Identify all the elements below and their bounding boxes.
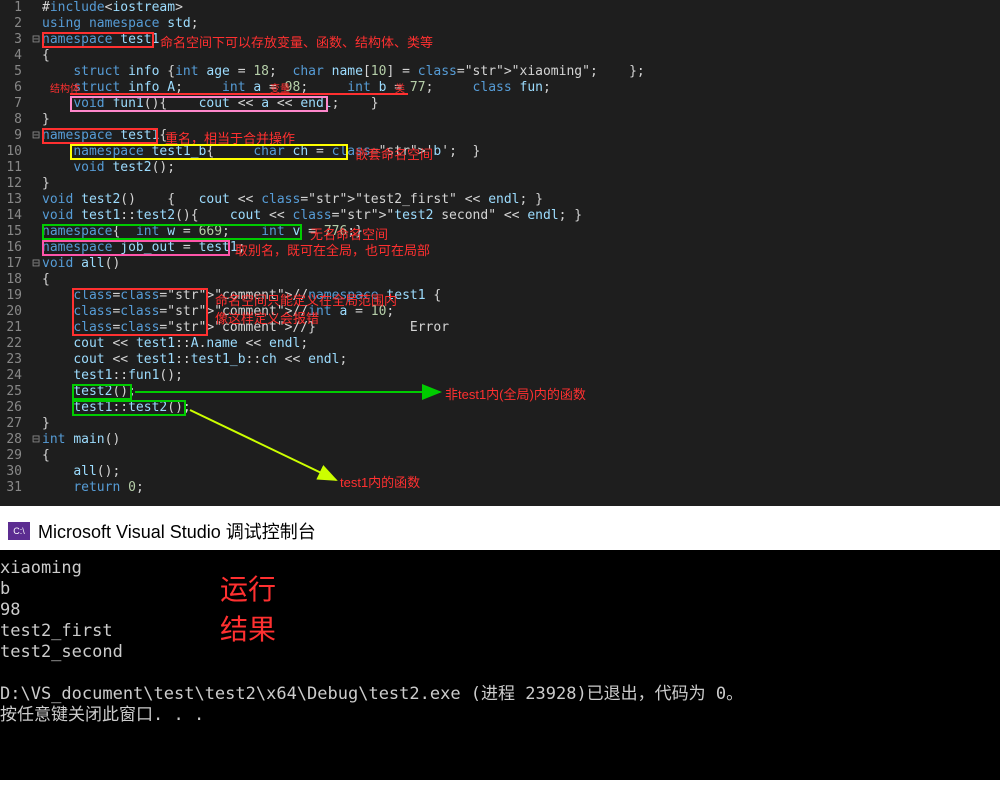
anno-alias: 取别名，既可在全局，也可在局部	[235, 240, 430, 259]
console-exit-line: D:\VS_document\test\test2\x64\Debug\test…	[0, 684, 1000, 705]
code-line-17[interactable]: 17⊟void all()	[0, 256, 1000, 272]
code-line-11[interactable]: 11 void test2();	[0, 160, 1000, 176]
anno-global2: 像这样定义会报错	[215, 308, 319, 327]
line-number: 22	[0, 336, 30, 352]
console-icon: C:\	[8, 522, 30, 540]
line-number: 4	[0, 48, 30, 64]
code-line-9[interactable]: 9⊟namespace test1{	[0, 128, 1000, 144]
line-number: 23	[0, 352, 30, 368]
line-number: 24	[0, 368, 30, 384]
console-title-bar: C:\ Microsoft Visual Studio 调试控制台	[0, 512, 1000, 550]
anno-nested: 嵌套命名空间	[355, 144, 433, 163]
fold-icon[interactable]: ⊟	[30, 432, 42, 448]
console-title: Microsoft Visual Studio 调试控制台	[38, 518, 316, 544]
code-line-1[interactable]: 1#include<iostream>	[0, 0, 1000, 16]
anno-arrow-global: 非test1内(全局)内的函数	[445, 384, 586, 403]
line-number: 29	[0, 448, 30, 464]
console-prompt-line: 按任意键关闭此窗口. . .	[0, 705, 1000, 726]
line-number: 19	[0, 288, 30, 304]
code-line-16[interactable]: 16namespace job_out = test1;	[0, 240, 1000, 256]
fold-icon[interactable]: ⊟	[30, 128, 42, 144]
code-line-21[interactable]: 21 class=class="str">"comment">//} Error	[0, 320, 1000, 336]
line-number: 9	[0, 128, 30, 144]
code-line-10[interactable]: 10 namespace test1_b{ char ch = class="s…	[0, 144, 1000, 160]
code-line-2[interactable]: 2using namespace std;	[0, 16, 1000, 32]
note-result: 结果	[220, 620, 276, 641]
code-line-22[interactable]: 22 cout << test1::A.name << endl;	[0, 336, 1000, 352]
line-number: 1	[0, 0, 30, 16]
code-line-13[interactable]: 13void test2() { cout << class="str">"te…	[0, 192, 1000, 208]
line-number: 31	[0, 480, 30, 496]
console-panel: C:\ Microsoft Visual Studio 调试控制台 xiaomi…	[0, 512, 1000, 780]
code-line-31[interactable]: 31 return 0;	[0, 480, 1000, 496]
code-line-28[interactable]: 28⊟int main()	[0, 432, 1000, 448]
code-line-18[interactable]: 18{	[0, 272, 1000, 288]
code-line-29[interactable]: 29{	[0, 448, 1000, 464]
line-number: 12	[0, 176, 30, 192]
console-line: test2_first	[0, 621, 1000, 642]
anno-ns-explain: 命名空间下可以存放变量、函数、结构体、类等	[160, 32, 433, 51]
code-line-7[interactable]: 7 void fun1(){ cout << a << endl; }	[0, 96, 1000, 112]
line-number: 17	[0, 256, 30, 272]
anno-redef: 重名，相当于合并操作	[165, 128, 295, 147]
line-number: 6	[0, 80, 30, 96]
console-line: xiaoming	[0, 558, 1000, 579]
line-number: 5	[0, 64, 30, 80]
code-line-6[interactable]: 6 struct info A; int a = 98; int b = 77;…	[0, 80, 1000, 96]
code-line-5[interactable]: 5 struct info {int age = 18; char name[1…	[0, 64, 1000, 80]
anno-var: 变量	[270, 80, 290, 95]
line-number: 14	[0, 208, 30, 224]
line-number: 26	[0, 400, 30, 416]
line-number: 20	[0, 304, 30, 320]
anno-global1: 命名空间只能定义在全局范围内	[215, 290, 397, 309]
console-output[interactable]: xiaomingb98test2_firsttest2_second D:\VS…	[0, 550, 1000, 780]
code-line-15[interactable]: 15namespace{ int w = 669; int v = 776;}	[0, 224, 1000, 240]
note-run: 运行	[220, 580, 276, 601]
code-line-12[interactable]: 12}	[0, 176, 1000, 192]
line-number: 11	[0, 160, 30, 176]
code-editor[interactable]: 1#include<iostream>2using namespace std;…	[0, 0, 1000, 506]
anno-class: 类	[395, 80, 405, 95]
fold-icon[interactable]: ⊟	[30, 256, 42, 272]
code-line-14[interactable]: 14void test1::test2(){ cout << class="st…	[0, 208, 1000, 224]
line-number: 15	[0, 224, 30, 240]
line-number: 18	[0, 272, 30, 288]
line-number: 7	[0, 96, 30, 112]
anno-arrow-test1: test1内的函数	[340, 472, 420, 491]
code-line-24[interactable]: 24 test1::fun1();	[0, 368, 1000, 384]
console-line: 98	[0, 600, 1000, 621]
line-number: 3	[0, 32, 30, 48]
line-number: 25	[0, 384, 30, 400]
line-number: 28	[0, 432, 30, 448]
code-line-23[interactable]: 23 cout << test1::test1_b::ch << endl;	[0, 352, 1000, 368]
code-line-30[interactable]: 30 all();	[0, 464, 1000, 480]
line-number: 27	[0, 416, 30, 432]
code-line-8[interactable]: 8}	[0, 112, 1000, 128]
code-line-20[interactable]: 20 class=class="str">"comment">//int a =…	[0, 304, 1000, 320]
code-line-3[interactable]: 3⊟namespace test1	[0, 32, 1000, 48]
line-number: 30	[0, 464, 30, 480]
code-line-4[interactable]: 4{	[0, 48, 1000, 64]
line-number: 2	[0, 16, 30, 32]
fold-icon[interactable]: ⊟	[30, 32, 42, 48]
code-line-27[interactable]: 27}	[0, 416, 1000, 432]
anno-struct: 结构体	[50, 80, 80, 95]
line-number: 13	[0, 192, 30, 208]
line-number: 21	[0, 320, 30, 336]
console-line: test2_second	[0, 642, 1000, 663]
console-line: b	[0, 579, 1000, 600]
line-number: 8	[0, 112, 30, 128]
line-number: 16	[0, 240, 30, 256]
line-number: 10	[0, 144, 30, 160]
code-line-19[interactable]: 19 class=class="str">"comment">//namespa…	[0, 288, 1000, 304]
